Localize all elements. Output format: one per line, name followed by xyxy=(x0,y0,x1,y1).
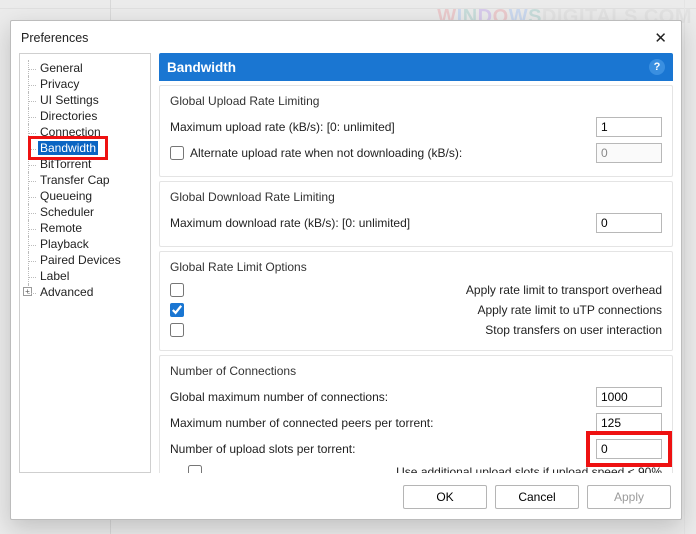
tree-item-paired-devices[interactable]: Paired Devices xyxy=(24,252,146,268)
stop-transfers-label: Stop transfers on user interaction xyxy=(485,323,662,337)
tree-item-privacy[interactable]: Privacy xyxy=(24,76,146,92)
category-tree[interactable]: General Privacy UI Settings Directories Conn… xyxy=(19,53,151,473)
limit-utp-label: Apply rate limit to uTP connections xyxy=(477,303,662,317)
global-conn-input[interactable] xyxy=(596,387,662,407)
tree-item-ui-settings[interactable]: UI Settings xyxy=(24,92,146,108)
tree-item-label: Label xyxy=(38,269,71,283)
peers-input[interactable] xyxy=(596,413,662,433)
upload-section-title: Global Upload Rate Limiting xyxy=(170,94,662,108)
limit-overhead-checkbox[interactable] xyxy=(170,283,184,297)
tree-item-label: General xyxy=(38,61,85,75)
download-group: Global Download Rate Limiting Maximum do… xyxy=(159,181,673,247)
tree-item-label: Bandwidth xyxy=(38,141,98,155)
extra-slots-row[interactable]: Use additional upload slots if upload sp… xyxy=(170,462,662,473)
tree-item-directories[interactable]: Directories xyxy=(24,108,146,124)
max-upload-label: Maximum upload rate (kB/s): [0: unlimite… xyxy=(170,120,586,134)
tree-item-label: Remote xyxy=(38,221,84,235)
alt-upload-input xyxy=(596,143,662,163)
tree-item-label[interactable]: Label xyxy=(24,268,146,284)
max-download-input[interactable] xyxy=(596,213,662,233)
peers-label: Maximum number of connected peers per to… xyxy=(170,416,586,430)
limit-overhead-label: Apply rate limit to transport overhead xyxy=(466,283,662,297)
tree-item-bandwidth[interactable]: Bandwidth xyxy=(24,140,146,156)
stop-transfers-checkbox[interactable] xyxy=(170,323,184,337)
help-icon[interactable]: ? xyxy=(649,59,665,75)
dialog-title: Preferences xyxy=(21,31,88,45)
dialog-footer: OK Cancel Apply xyxy=(11,477,681,519)
tree-item-queueing[interactable]: Queueing xyxy=(24,188,146,204)
alt-upload-checkbox[interactable] xyxy=(170,146,184,160)
tree-item-label: Queueing xyxy=(38,189,94,203)
tree-item-label: Advanced xyxy=(38,285,95,299)
limit-utp-row[interactable]: Apply rate limit to uTP connections xyxy=(170,300,662,320)
tree-item-label: Directories xyxy=(38,109,99,123)
tree-item-remote[interactable]: Remote xyxy=(24,220,146,236)
global-conn-label: Global maximum number of connections: xyxy=(170,390,586,404)
connections-group: Number of Connections Global maximum num… xyxy=(159,355,673,473)
max-download-label: Maximum download rate (kB/s): [0: unlimi… xyxy=(170,216,586,230)
limit-utp-checkbox[interactable] xyxy=(170,303,184,317)
panel-header: Bandwidth ? xyxy=(159,53,673,81)
tree-item-label: Transfer Cap xyxy=(38,173,112,187)
download-section-title: Global Download Rate Limiting xyxy=(170,190,662,204)
upload-group: Global Upload Rate Limiting Maximum uplo… xyxy=(159,85,673,177)
tree-item-transfer-cap[interactable]: Transfer Cap xyxy=(24,172,146,188)
tree-item-playback[interactable]: Playback xyxy=(24,236,146,252)
preferences-dialog: Preferences ✕ General Privacy UI Settings D… xyxy=(10,20,682,520)
tree-item-label: Playback xyxy=(38,237,91,251)
tree-item-bittorrent[interactable]: BitTorrent xyxy=(24,156,146,172)
panel-title: Bandwidth xyxy=(167,60,236,75)
extra-slots-label: Use additional upload slots if upload sp… xyxy=(396,465,662,473)
limits-section-title: Global Rate Limit Options xyxy=(170,260,662,274)
alt-upload-checkbox-row[interactable]: Alternate upload rate when not downloadi… xyxy=(170,146,586,160)
tree-item-label: BitTorrent xyxy=(38,157,93,171)
stop-transfers-row[interactable]: Stop transfers on user interaction xyxy=(170,320,662,340)
close-icon[interactable]: ✕ xyxy=(648,27,673,49)
expander-icon[interactable]: + xyxy=(23,287,32,296)
tree-item-label: Privacy xyxy=(38,77,81,91)
tree-item-label: UI Settings xyxy=(38,93,101,107)
apply-button[interactable]: Apply xyxy=(587,485,671,509)
cancel-button[interactable]: Cancel xyxy=(495,485,579,509)
tree-item-general[interactable]: General xyxy=(24,60,146,76)
tree-item-scheduler[interactable]: Scheduler xyxy=(24,204,146,220)
max-upload-input[interactable] xyxy=(596,117,662,137)
tree-item-label: Paired Devices xyxy=(38,253,123,267)
slots-label: Number of upload slots per torrent: xyxy=(170,442,586,456)
content-panel: Bandwidth ? Global Upload Rate Limiting … xyxy=(159,53,673,473)
ok-button[interactable]: OK xyxy=(403,485,487,509)
tree-item-advanced[interactable]: + Advanced xyxy=(24,284,146,300)
extra-slots-checkbox[interactable] xyxy=(188,465,202,473)
titlebar: Preferences ✕ xyxy=(11,21,681,53)
limits-group: Global Rate Limit Options Apply rate lim… xyxy=(159,251,673,351)
tree-item-label: Scheduler xyxy=(38,205,96,219)
slots-input[interactable] xyxy=(596,439,662,459)
limit-overhead-row[interactable]: Apply rate limit to transport overhead xyxy=(170,280,662,300)
tree-item-label: Connection xyxy=(38,125,103,139)
tree-item-connection[interactable]: Connection xyxy=(24,124,146,140)
alt-upload-label: Alternate upload rate when not downloadi… xyxy=(190,146,462,160)
connections-section-title: Number of Connections xyxy=(170,364,662,378)
